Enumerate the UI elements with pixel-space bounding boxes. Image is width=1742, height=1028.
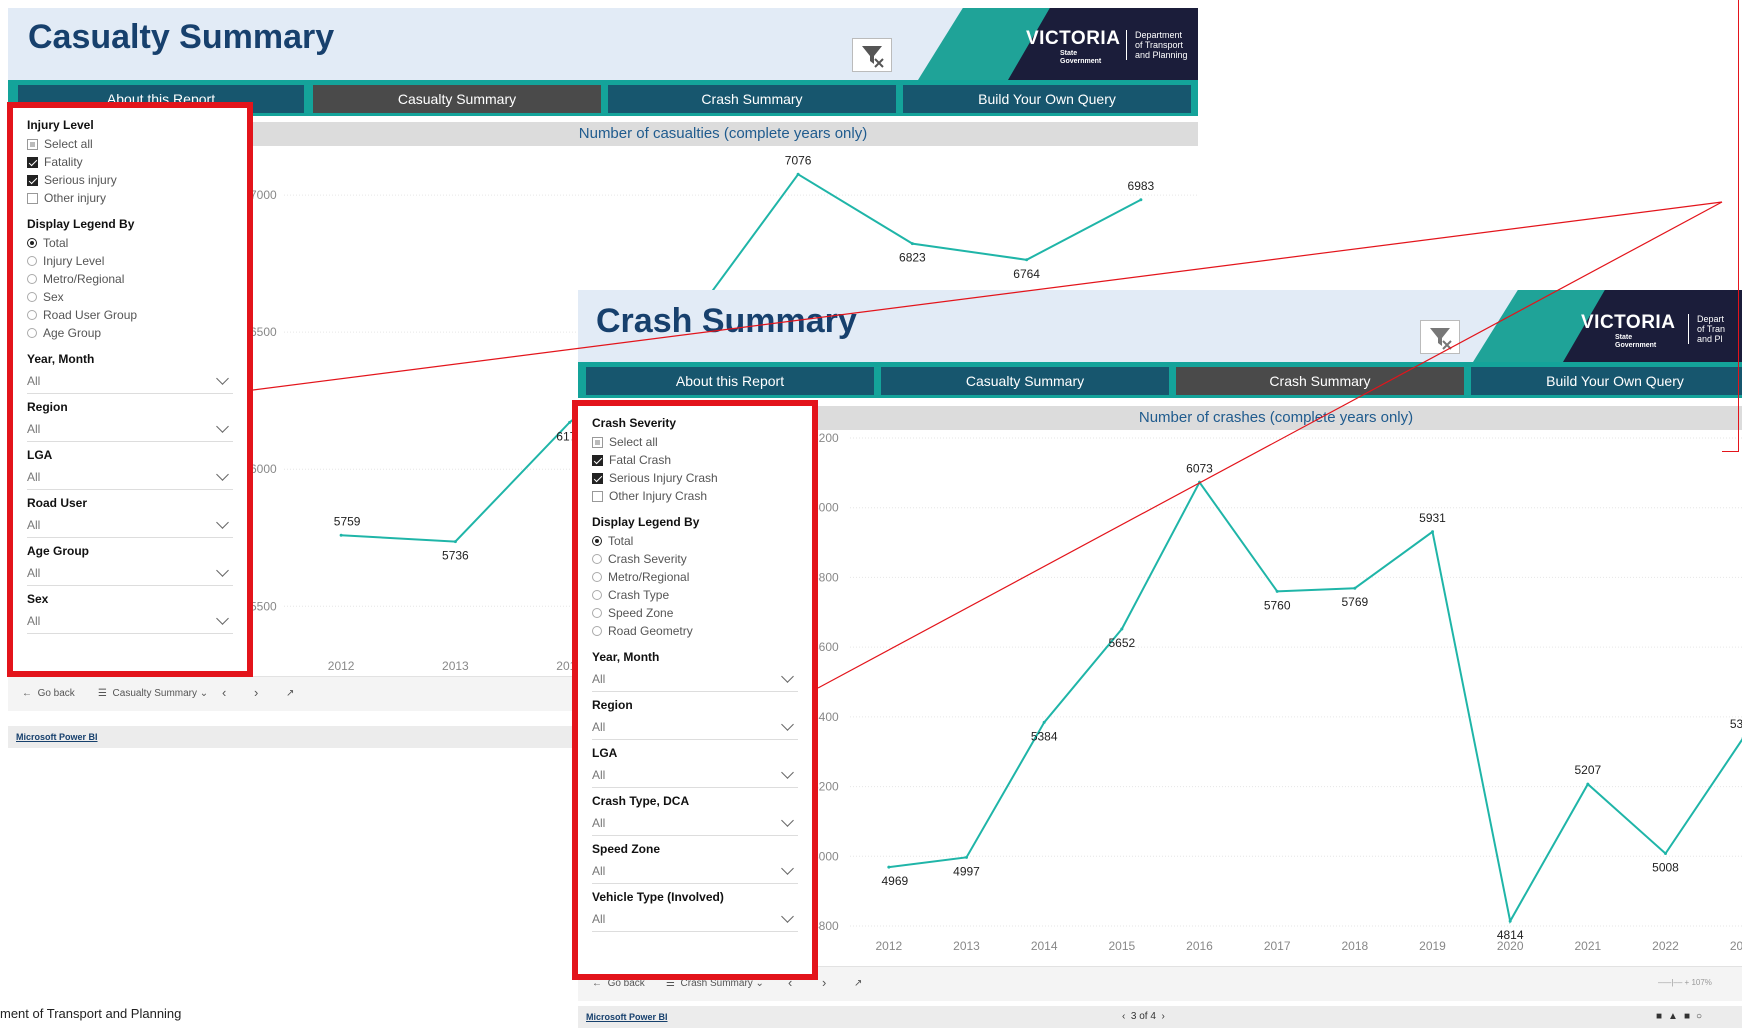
callout-lines xyxy=(252,201,1723,689)
callout-outline xyxy=(1722,0,1739,452)
footnote: ment of Transport and Planning xyxy=(0,1006,182,1021)
